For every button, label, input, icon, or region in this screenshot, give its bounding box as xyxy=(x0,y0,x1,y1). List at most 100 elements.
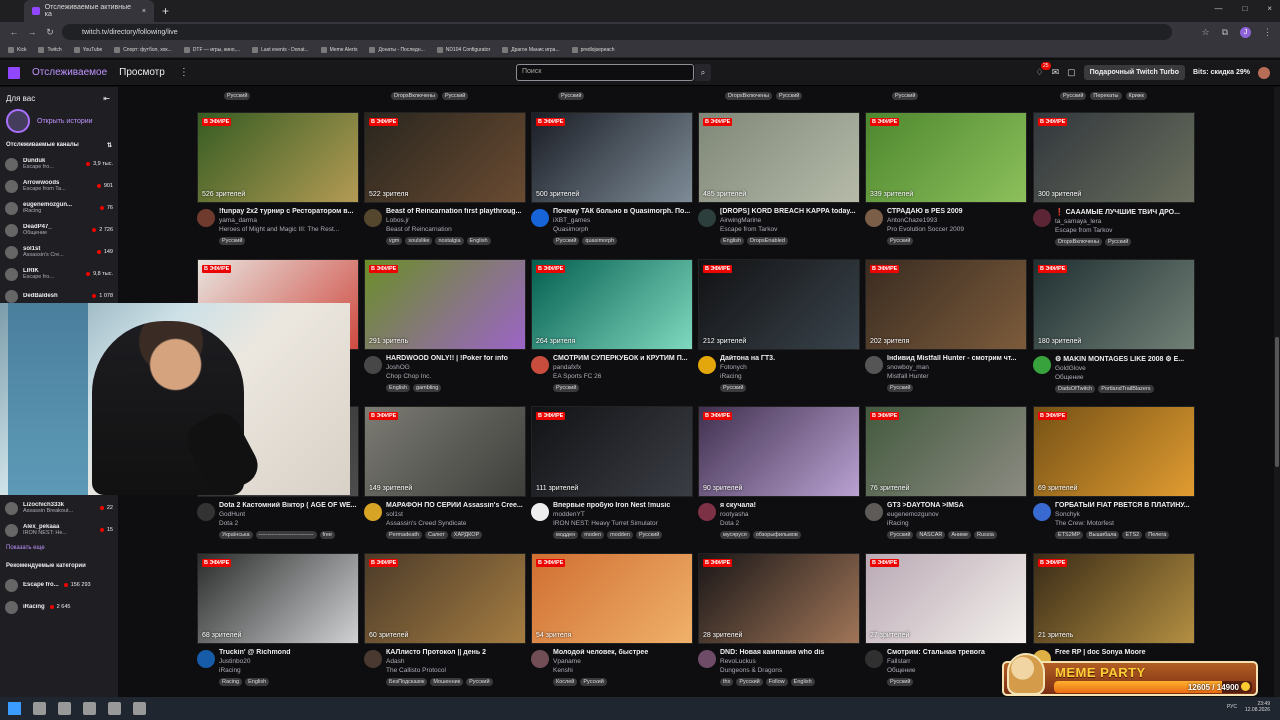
stream-tag[interactable]: Кослей xyxy=(553,678,578,686)
streamer-name[interactable]: sol1st xyxy=(386,511,526,518)
stream-tag[interactable]: DropsEnabled xyxy=(747,237,788,245)
stream-card[interactable]: В ЭФИРЕ 264 зрителя СМОТРИМ СУПЕРКУБОК и К… xyxy=(531,259,693,399)
stream-thumbnail[interactable]: В ЭФИРЕ 54 зрителя xyxy=(531,553,693,644)
streamer-name[interactable]: Lobos.jr xyxy=(386,217,526,224)
stream-title[interactable]: МАРАФОН ПО СЕРИИ Assassin's Cree... xyxy=(386,502,526,509)
stream-thumbnail[interactable]: В ЭФИРЕ 69 зрителей xyxy=(1033,406,1195,497)
stream-game[interactable]: Escape from Tarkov xyxy=(1055,227,1195,234)
streamer-name[interactable]: AirwingMarine xyxy=(720,217,860,224)
streamer-name[interactable]: GoldGlove xyxy=(1055,365,1195,372)
stream-tag[interactable]: DropsВключены xyxy=(391,92,438,100)
new-tab-button[interactable]: + xyxy=(162,4,169,18)
stream-thumbnail[interactable]: В ЭФИРЕ 149 зрителей xyxy=(364,406,526,497)
inbox-icon[interactable]: ✉ xyxy=(1052,67,1060,78)
browser-menu-icon[interactable]: ⋮ xyxy=(1263,27,1272,38)
streamer-name[interactable]: JoshOG xyxy=(386,364,526,371)
stream-title[interactable]: Beast of Reincarnation first playthroug.… xyxy=(386,208,526,215)
bookmark-sport[interactable]: Спорт: футбол, хок... xyxy=(114,46,172,53)
stream-tag[interactable]: nostalgia xyxy=(435,237,464,245)
stream-title[interactable]: Впервые пробую Iron Nest !music xyxy=(553,502,693,509)
bookmark-twitch[interactable]: Twitch xyxy=(38,46,62,53)
stream-tag[interactable]: Мошенник xyxy=(430,678,464,686)
streamer-name[interactable]: rootyasha xyxy=(720,511,860,518)
streamer-name[interactable]: Sonchyk xyxy=(1055,511,1195,518)
stream-tag[interactable]: Русский xyxy=(635,531,663,539)
stream-card[interactable]: В ЭФИРЕ 202 зрителя Інdивид Mistfall Hunte… xyxy=(865,259,1027,399)
stream-card[interactable]: В ЭФИРЕ 111 зрителей Впервые пробую Iron N… xyxy=(531,406,693,546)
search-button[interactable]: ⌕ xyxy=(695,64,711,81)
more-icon[interactable]: ⋮ xyxy=(179,67,189,78)
scrollbar-thumb[interactable] xyxy=(1275,337,1279,467)
stream-card[interactable]: В ЭФИРЕ 212 зрителей Дайтона на ГТ3. Fotony… xyxy=(698,259,860,399)
sidebar-channel-item[interactable]: eugenemozgun... iRacing 76 xyxy=(0,197,118,219)
sidebar-channel-item[interactable]: DeadP47_ Общение 2 726 xyxy=(0,219,118,241)
stream-game[interactable]: The Callisto Protocol xyxy=(386,667,526,674)
stream-tag[interactable]: thx xyxy=(720,678,734,686)
stream-tag[interactable]: Русский xyxy=(887,237,914,245)
file-explorer-icon[interactable] xyxy=(58,702,71,715)
recommended-category[interactable]: Escape fro... 156 293 xyxy=(0,574,118,596)
streamer-avatar[interactable] xyxy=(531,503,549,521)
stream-tag[interactable]: Русский xyxy=(887,384,914,392)
stream-thumbnail[interactable]: В ЭФИРЕ 68 зрителей xyxy=(197,553,359,644)
stream-game[interactable]: Dota 2 xyxy=(219,520,359,527)
stream-tag[interactable]: мусяруся xyxy=(720,531,750,539)
streamer-avatar[interactable] xyxy=(698,650,716,668)
streamer-name[interactable]: GodHunt xyxy=(219,511,359,518)
stream-tag[interactable]: Русский xyxy=(736,678,763,686)
steam-icon[interactable] xyxy=(133,702,146,715)
sidebar-channel-item[interactable]: Arrowwoods Escape from Ta... 901 xyxy=(0,175,118,197)
stream-title[interactable]: DND: Новая кампания who dis xyxy=(720,649,860,656)
streamer-avatar[interactable] xyxy=(698,356,716,374)
stream-game[interactable]: Beast of Reincarnation xyxy=(386,226,526,233)
user-avatar[interactable] xyxy=(1258,66,1270,79)
stream-tag[interactable]: English xyxy=(720,237,745,245)
stream-thumbnail[interactable]: В ЭФИРЕ 111 зрителей xyxy=(531,406,693,497)
chrome-icon[interactable] xyxy=(83,702,96,715)
stream-tag[interactable]: English xyxy=(790,678,815,686)
stream-tag[interactable]: Русский xyxy=(1104,238,1132,246)
stream-game[interactable]: Dota 2 xyxy=(720,520,860,527)
sidebar-channel-item[interactable]: sol1st Assassin's Cre... 149 xyxy=(0,241,118,263)
stream-tag[interactable]: Салют xyxy=(424,531,448,539)
stream-card[interactable]: В ЭФИРЕ 291 зритель HARDWOOD ONLY!! | !Pok… xyxy=(364,259,526,399)
stream-tag[interactable]: ETS2MP xyxy=(1055,531,1084,539)
stream-tag[interactable]: DropsВключены xyxy=(1055,238,1102,246)
streamer-avatar[interactable] xyxy=(364,209,382,227)
streamer-name[interactable]: pandafxfx xyxy=(553,364,693,371)
streamer-name[interactable]: ta_samaya_lera xyxy=(1055,218,1195,225)
stream-tag[interactable]: Russia xyxy=(973,531,997,539)
stream-tag[interactable]: Перекаты xyxy=(1090,92,1122,100)
stream-thumbnail[interactable]: В ЭФИРЕ 300 зрителей xyxy=(1033,112,1195,203)
stream-tag[interactable]: English xyxy=(245,678,270,686)
stream-tag[interactable]: DropsВключены xyxy=(725,92,772,100)
streamer-avatar[interactable] xyxy=(698,503,716,521)
stream-tag[interactable]: DadsOfTwitch xyxy=(1055,385,1096,393)
stream-thumbnail[interactable]: В ЭФИРЕ 212 зрителей xyxy=(698,259,860,350)
stories-item[interactable]: Открыть истории xyxy=(0,106,118,136)
stream-card[interactable]: В ЭФИРЕ 68 зрителей Truckin' @ Richmond Jus… xyxy=(197,553,359,693)
stream-card[interactable]: В ЭФИРЕ 526 зрителей !funpay 2x2 турнир с … xyxy=(197,112,359,252)
stream-tag[interactable]: modden xyxy=(607,531,633,539)
stream-tag[interactable]: обзорыфильмов xyxy=(752,531,801,539)
close-window-button[interactable]: × xyxy=(1267,4,1272,13)
streamer-avatar[interactable] xyxy=(531,356,549,374)
stream-title[interactable]: GT3 >DAYTONA >IMSA xyxy=(887,502,1027,509)
stream-title[interactable]: ❗ САААМЫЕ ЛУЧШИЕ ТВИЧ ДРО... xyxy=(1055,208,1195,216)
stream-tag[interactable]: soulslike xyxy=(405,237,433,245)
stream-tag[interactable]: free xyxy=(319,531,335,539)
stream-card[interactable]: В ЭФИРЕ 28 зрителей DND: Новая кампания wh… xyxy=(698,553,860,693)
bookmark-last-events[interactable]: Last events - Donat... xyxy=(252,46,309,53)
streamer-avatar[interactable] xyxy=(197,503,215,521)
stream-game[interactable]: Pro Evolution Soccer 2009 xyxy=(887,226,1027,233)
stream-title[interactable]: Почему ТАК больно в Quasimorph. По... xyxy=(553,208,693,215)
stream-game[interactable]: Kenshi xyxy=(553,667,693,674)
stream-game[interactable]: iRacing xyxy=(720,373,860,380)
streamer-avatar[interactable] xyxy=(1033,503,1051,521)
streamer-avatar[interactable] xyxy=(1033,209,1051,227)
stream-tag[interactable]: Крижк xyxy=(1125,92,1147,100)
stream-game[interactable]: iRacing xyxy=(219,667,359,674)
nav-following[interactable]: Отслеживаемое xyxy=(32,67,107,78)
streamer-name[interactable]: Justinbo20 xyxy=(219,658,359,665)
address-bar[interactable]: twitch.tv/directory/following/live xyxy=(62,24,1172,40)
